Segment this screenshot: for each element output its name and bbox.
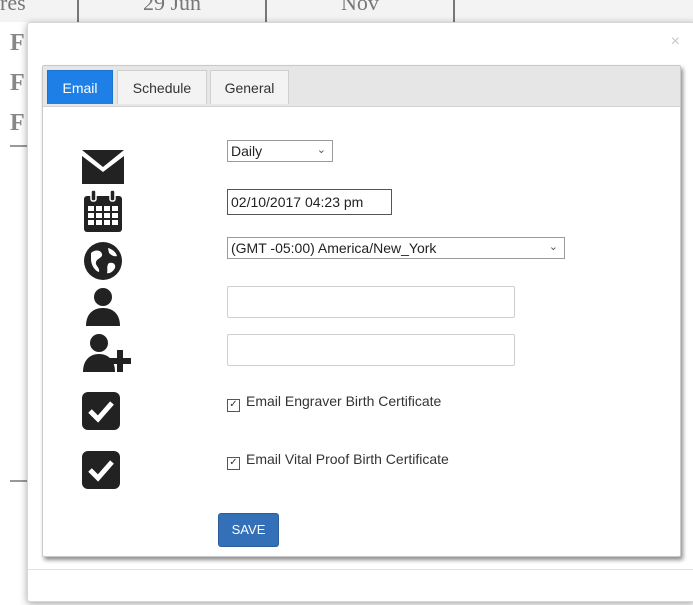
user-icon [86,288,120,326]
modal-footer-divider [28,569,693,570]
checkbox-icon [82,392,120,430]
datetime-input[interactable]: 02/10/2017 04:23 pm [227,189,392,215]
recipient-input-1[interactable] [227,286,515,318]
background-cell: Nov [265,0,453,22]
recipient-input-2[interactable] [227,334,515,366]
tab-general[interactable]: General [210,70,289,104]
tab-schedule[interactable]: Schedule [117,70,207,104]
calendar-icon [84,189,122,232]
background-letter: F [10,110,25,136]
frequency-select[interactable]: Daily ⌄ [227,140,333,162]
globe-icon [84,242,122,280]
background-divider [10,480,28,482]
settings-panel: Email Schedule General Daily ⌄ 02/10/201… [42,65,681,557]
chevron-down-icon: ⌄ [316,144,326,156]
timezone-select[interactable]: (GMT -05:00) America/New_York ⌄ [227,237,565,259]
background-divider [10,145,28,147]
checkbox[interactable]: ✓ [227,399,240,412]
checkbox[interactable]: ✓ [227,457,240,470]
close-icon[interactable]: × [671,33,680,51]
envelope-icon [82,150,124,184]
save-button[interactable]: SAVE [218,513,279,547]
background-header-row: res 29 Jun Nov [0,0,693,22]
tab-email[interactable]: Email [47,70,113,104]
background-letter: F [10,30,25,56]
modal-dialog: × Email Schedule General Daily ⌄ 02/10/2… [27,22,693,602]
checkbox-icon [82,451,120,489]
tab-bar: Email Schedule General [43,66,680,107]
engraver-certificate-checkbox[interactable]: ✓ Email Engraver Birth Certificate [227,393,441,412]
background-letter: F [10,70,25,96]
checkbox-label: Email Engraver Birth Certificate [246,393,442,409]
background-cell: res [0,0,26,15]
vital-proof-certificate-checkbox[interactable]: ✓ Email Vital Proof Birth Certificate [227,451,449,470]
chevron-down-icon: ⌄ [548,241,558,253]
background-cell: 29 Jun [77,0,265,22]
background-cell [453,0,693,22]
checkbox-label: Email Vital Proof Birth Certificate [246,451,449,467]
add-user-icon [83,334,131,372]
